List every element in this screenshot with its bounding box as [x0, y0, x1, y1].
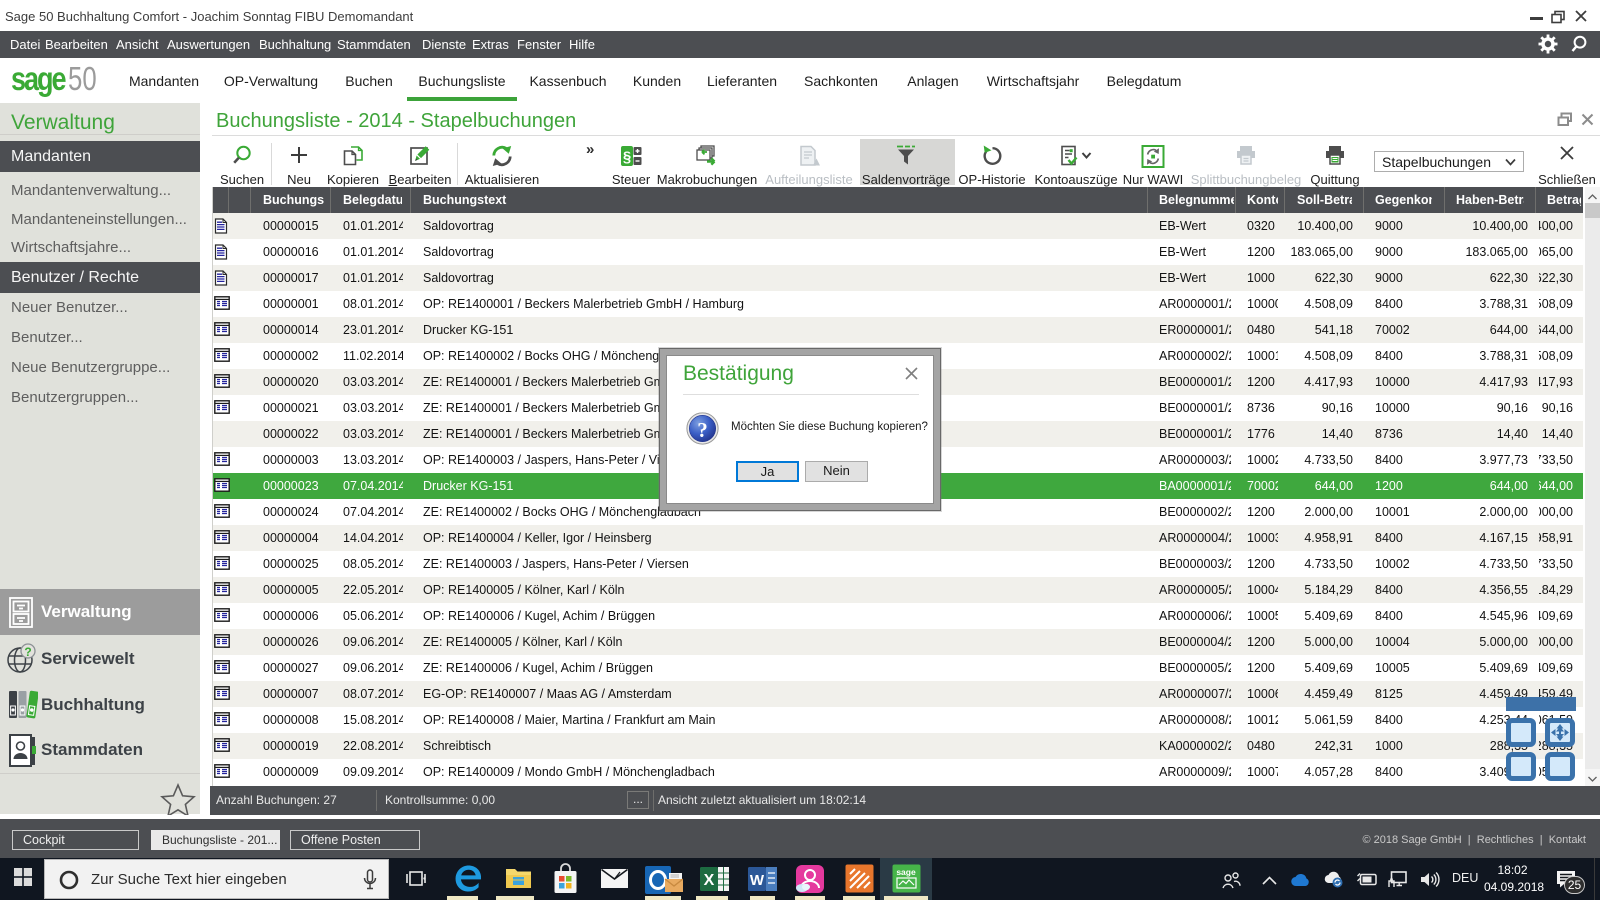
svg-text:§: §: [623, 149, 631, 166]
svg-text:sage: sage: [896, 867, 916, 877]
svg-text:W: W: [750, 872, 765, 889]
svg-text:?: ?: [24, 645, 31, 659]
svg-text:?: ?: [697, 418, 708, 442]
svg-text:X: X: [704, 872, 715, 889]
